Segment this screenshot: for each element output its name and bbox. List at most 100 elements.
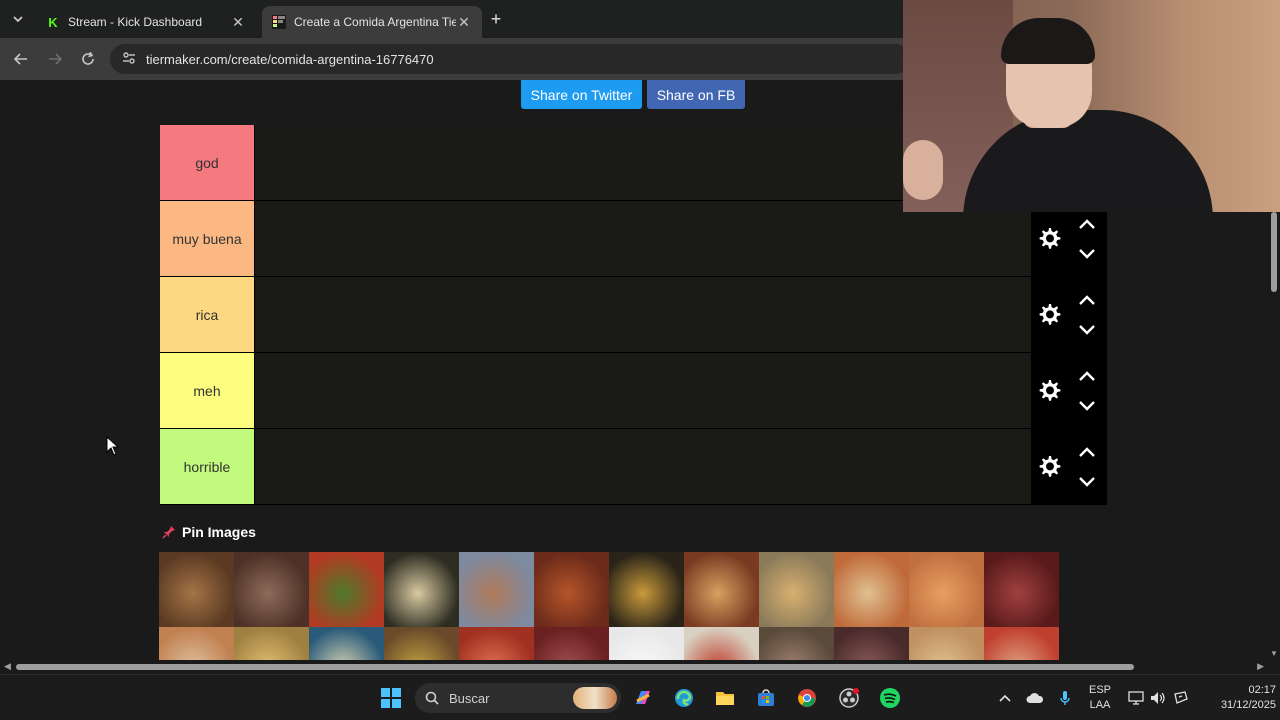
tab-search-icon[interactable] — [6, 7, 30, 31]
url-domain: tiermaker.com — [146, 51, 228, 67]
food-image-mariscos[interactable] — [459, 627, 534, 660]
vertical-scroll-thumb[interactable] — [1271, 212, 1277, 292]
url-path: /create/comida-argentina-16776470 — [227, 51, 434, 67]
food-image-locro[interactable] — [534, 552, 609, 627]
move-up-chevron-icon[interactable] — [1077, 293, 1097, 307]
food-image-guiso[interactable] — [609, 552, 684, 627]
search-placeholder: Buscar — [449, 690, 490, 706]
taskbar-search-input[interactable]: Buscar — [415, 683, 621, 713]
clock-time: 02:17 — [1248, 684, 1276, 696]
tier-row: meh — [160, 353, 1107, 429]
onedrive-cloud-icon[interactable] — [1024, 675, 1046, 720]
tab-tiermaker[interactable]: Create a Comida Argentina Tier ✕ — [262, 6, 482, 38]
forward-arrow-icon[interactable] — [44, 48, 66, 70]
edge-icon[interactable] — [669, 683, 699, 713]
scroll-right-arrow-icon[interactable]: ▶ — [1257, 661, 1264, 672]
back-arrow-icon[interactable] — [10, 48, 32, 70]
food-image-queso[interactable] — [609, 627, 684, 660]
address-bar[interactable]: tiermaker.com/create/comida-argentina-16… — [110, 44, 910, 74]
language-top: ESP — [1088, 684, 1111, 696]
tier-row: rica — [160, 277, 1107, 353]
file-explorer-icon[interactable] — [710, 683, 740, 713]
clock-date: 31/12/2025 — [1220, 699, 1276, 711]
tab-title: Create a Comida Argentina Tier — [294, 15, 456, 29]
network-icon[interactable] — [1126, 675, 1146, 720]
site-info-icon[interactable] — [122, 51, 136, 68]
chrome-icon[interactable] — [792, 683, 822, 713]
horizontal-scrollbar[interactable]: ◀ ▶ — [0, 660, 1268, 674]
tier-label[interactable]: rica — [160, 277, 254, 352]
food-image-pizza[interactable] — [684, 552, 759, 627]
kick-icon: K — [48, 14, 58, 30]
move-down-chevron-icon[interactable] — [1077, 399, 1097, 413]
gear-icon[interactable] — [1037, 225, 1063, 251]
move-down-chevron-icon[interactable] — [1077, 247, 1097, 261]
move-up-chevron-icon[interactable] — [1077, 369, 1097, 383]
spotify-icon[interactable] — [875, 683, 905, 713]
microsoft-store-icon[interactable] — [751, 683, 781, 713]
food-image-pizza-muzza[interactable] — [984, 627, 1059, 660]
food-image-carne[interactable] — [534, 627, 609, 660]
scroll-down-arrow-icon[interactable]: ▼ — [1270, 649, 1278, 658]
tier-drop-zone[interactable] — [254, 429, 1031, 504]
tier-drop-zone[interactable] — [254, 201, 1031, 276]
food-image-tallarines[interactable] — [759, 627, 834, 660]
move-up-chevron-icon[interactable] — [1077, 217, 1097, 231]
food-image-chorizos-parrilla[interactable] — [234, 552, 309, 627]
tab-kick-dashboard[interactable]: K Stream - Kick Dashboard ✕ — [36, 6, 256, 38]
scroll-left-arrow-icon[interactable]: ◀ — [4, 661, 11, 672]
vertical-scrollbar[interactable]: ▼ — [1268, 212, 1280, 660]
mouse-cursor-icon — [106, 436, 118, 456]
move-down-chevron-icon[interactable] — [1077, 323, 1097, 337]
food-image-sopa[interactable] — [309, 627, 384, 660]
tier-drop-zone[interactable] — [254, 277, 1031, 352]
volume-icon[interactable] — [1148, 675, 1168, 720]
food-image-fideos[interactable] — [684, 627, 759, 660]
food-image-cordero-patagonico[interactable] — [459, 552, 534, 627]
tier-label[interactable]: horrible — [160, 429, 254, 504]
tab-close-icon[interactable]: ✕ — [230, 14, 246, 31]
food-image-milanesa-papas[interactable] — [834, 552, 909, 627]
food-image-bife[interactable] — [834, 627, 909, 660]
food-image-lentejas[interactable] — [909, 552, 984, 627]
battery-icon[interactable] — [1170, 675, 1192, 720]
tab-title: Stream - Kick Dashboard — [68, 15, 203, 29]
tab-close-icon[interactable]: ✕ — [456, 14, 472, 31]
food-image-asado-cruz[interactable] — [159, 552, 234, 627]
copilot-icon[interactable] — [628, 683, 658, 713]
windows-start-icon[interactable] — [376, 683, 406, 713]
move-down-chevron-icon[interactable] — [1077, 475, 1097, 489]
food-image-morcilla[interactable] — [984, 552, 1059, 627]
food-image-huevo-frito[interactable] — [384, 552, 459, 627]
horizontal-scroll-thumb[interactable] — [16, 664, 1134, 670]
tier-label[interactable]: god — [160, 125, 254, 200]
webcam-hand — [903, 140, 943, 200]
tier-label[interactable]: meh — [160, 353, 254, 428]
microphone-icon[interactable] — [1056, 675, 1074, 720]
food-image-verduras[interactable] — [384, 627, 459, 660]
food-image-milanesa-fritas[interactable] — [759, 552, 834, 627]
gear-icon[interactable] — [1037, 301, 1063, 327]
food-image-empanadas[interactable] — [909, 627, 984, 660]
pin-images-heading[interactable]: Pin Images — [162, 524, 256, 540]
reload-icon[interactable] — [77, 48, 99, 70]
gear-icon[interactable] — [1037, 453, 1063, 479]
gear-icon[interactable] — [1037, 377, 1063, 403]
food-image-choripan[interactable] — [309, 552, 384, 627]
tier-drop-zone[interactable] — [254, 353, 1031, 428]
tray-overflow-chevron-icon[interactable] — [996, 675, 1014, 720]
obs-icon[interactable] — [834, 683, 864, 713]
share-twitter-button[interactable]: Share on Twitter — [521, 80, 642, 109]
tier-row: muy buena — [160, 201, 1107, 277]
food-image-pastel-papa[interactable] — [234, 627, 309, 660]
language-bottom: LAA — [1089, 699, 1111, 711]
share-fb-button[interactable]: Share on FB — [647, 80, 745, 109]
new-tab-plus-icon[interactable]: + — [486, 9, 506, 29]
search-icon — [425, 691, 439, 705]
language-indicator[interactable]: ESP LAA — [1086, 683, 1114, 713]
system-clock[interactable]: 02:17 31/12/2025 — [1196, 683, 1276, 713]
tier-label[interactable]: muy buena — [160, 201, 254, 276]
move-up-chevron-icon[interactable] — [1077, 445, 1097, 459]
food-image-empanadas-salteñas[interactable] — [159, 627, 234, 660]
search-highlight-image — [573, 687, 617, 709]
